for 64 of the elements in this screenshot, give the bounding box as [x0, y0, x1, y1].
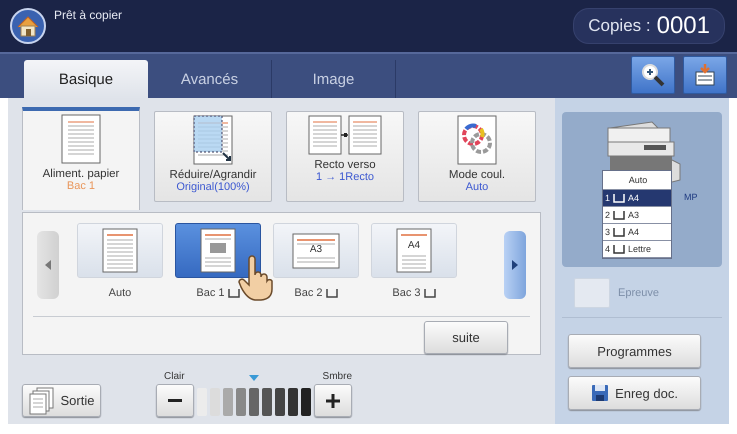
landscape-page-icon — [292, 232, 340, 268]
scroll-right-button[interactable] — [504, 231, 526, 299]
save-document-button[interactable]: Enreg doc. — [568, 376, 701, 410]
two-sided-pages-icon — [308, 115, 382, 155]
tray-option-label: Bac 3 — [392, 287, 421, 299]
function-value: Bac 1 — [66, 180, 96, 192]
proof-label: Epreuve — [618, 287, 659, 299]
tray-icon — [424, 288, 436, 298]
function-title: Réduire/Agrandir — [170, 169, 256, 181]
tray-option-label: Bac 1 — [196, 287, 225, 299]
function-card[interactable]: Mode coul. Auto — [418, 111, 536, 202]
tray-icon — [613, 228, 626, 236]
portrait-page-icon — [396, 228, 432, 273]
tray-list-item[interactable]: 1 A4 — [603, 190, 671, 207]
magnifier-icon — [640, 62, 666, 88]
tray-icon — [228, 288, 240, 298]
home-icon[interactable] — [10, 8, 46, 44]
output-button[interactable]: Sortie — [22, 384, 101, 417]
function-card[interactable]: Aliment. papier Bac 1 — [22, 107, 140, 210]
tray-icon — [613, 244, 626, 254]
paper-size-label: A3 — [308, 244, 324, 254]
tray-icon — [326, 288, 338, 298]
documents-icon — [28, 386, 55, 414]
function-title: Mode coul. — [448, 169, 506, 181]
more-button[interactable]: suite — [424, 321, 508, 354]
function-value: Auto — [466, 181, 488, 193]
resize-document-icon — [193, 115, 233, 165]
tray-icon — [613, 194, 626, 202]
job-list-button[interactable] — [683, 56, 727, 94]
portrait-page-icon — [102, 228, 138, 273]
tray-option-button[interactable] — [175, 223, 261, 278]
function-value: Original(100%) — [176, 181, 250, 193]
tray-list-item[interactable]: 3 A4 — [603, 224, 671, 241]
lighter-button[interactable] — [156, 384, 194, 417]
tray-option-button[interactable]: A4 — [371, 223, 457, 278]
hand-pointer-icon — [237, 255, 273, 301]
plus-icon — [326, 394, 340, 408]
tray-list-item[interactable]: 2 A3 — [603, 207, 671, 224]
dark-label: Smbre — [322, 371, 352, 382]
function-title: Aliment. papier — [42, 168, 120, 180]
zoom-button[interactable] — [631, 56, 675, 94]
document-icon — [61, 114, 101, 164]
function-card[interactable]: Recto verso 1 → 1Recto — [286, 111, 404, 202]
tab[interactable]: Basique — [24, 60, 148, 98]
light-label: Clair — [164, 371, 185, 382]
programs-button[interactable]: Programmes — [568, 334, 701, 368]
function-card[interactable]: Réduire/Agrandir Original(100%) — [154, 111, 272, 202]
paper-size-label: A4 — [406, 240, 422, 251]
tray-option-label: Auto — [108, 287, 132, 299]
function-value: 1 → 1Recto — [316, 171, 374, 183]
function-title: Recto verso — [314, 159, 376, 171]
right-arrow-icon — [512, 260, 518, 270]
color-rings-icon — [457, 115, 497, 165]
tray-icon — [613, 210, 626, 220]
portrait-page-icon — [200, 228, 236, 273]
tray-option-label: Bac 2 — [294, 287, 323, 299]
tray-list-item[interactable]: 4 Lettre — [603, 241, 671, 258]
left-arrow-icon — [45, 260, 51, 270]
tray-option-button[interactable]: A3 — [273, 223, 359, 278]
copies-display[interactable]: Copies : 0001 — [573, 8, 725, 44]
bypass-tray-label: MP — [684, 192, 698, 202]
minus-icon — [168, 398, 182, 402]
darker-button[interactable] — [314, 384, 352, 417]
status-text: Prêt à copier — [54, 8, 124, 22]
